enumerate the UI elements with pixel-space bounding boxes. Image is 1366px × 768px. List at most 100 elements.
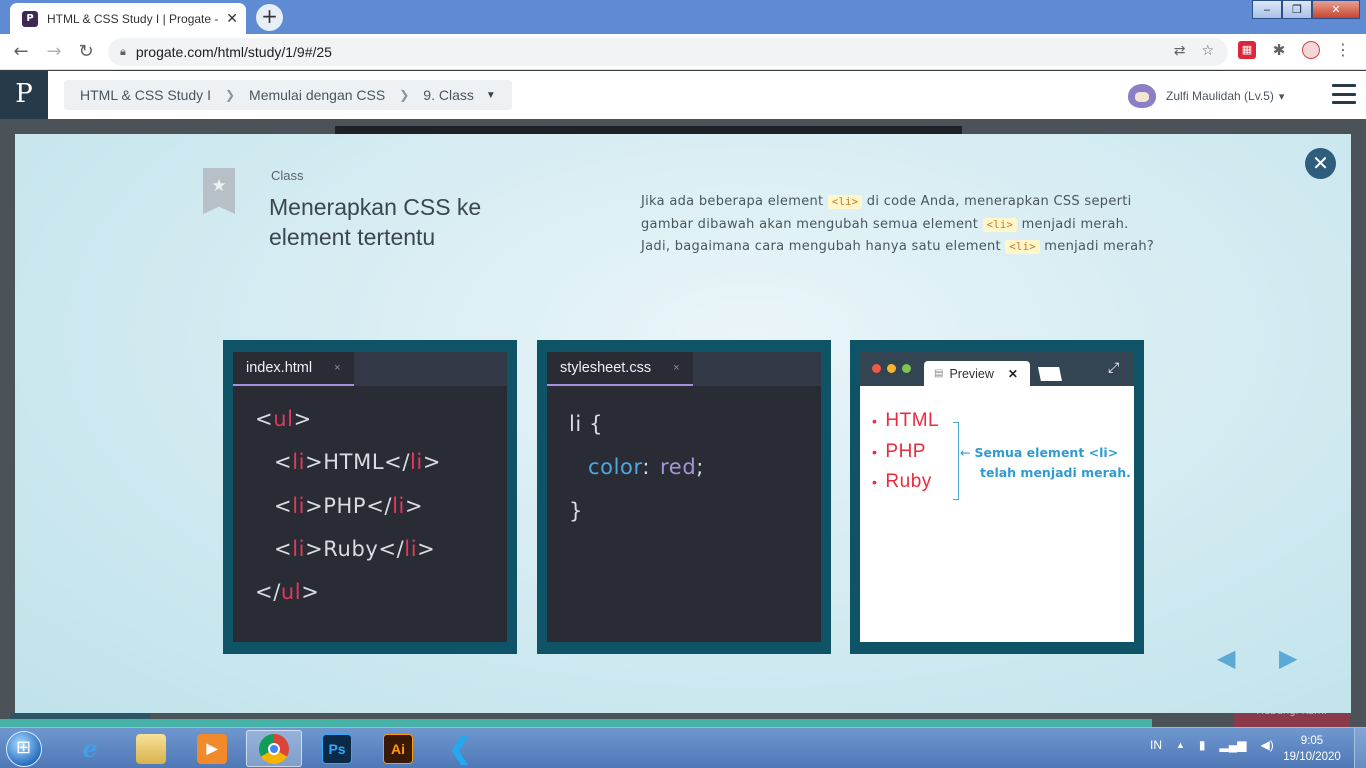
user-caret-icon: ▾ xyxy=(1278,90,1285,103)
list-item: • Ruby xyxy=(872,471,932,492)
profile-avatar-icon[interactable] xyxy=(1302,41,1320,59)
inline-code: <li> xyxy=(827,195,863,209)
progate-header: P HTML & CSS Study I ❯ Memulai dengan CS… xyxy=(0,71,1366,119)
list-item: • PHP xyxy=(872,440,926,462)
tab-close-icon[interactable]: × xyxy=(673,362,679,374)
code-line: <li>Ruby</li> xyxy=(274,536,436,561)
slide-modal: ✕ ★ Class Menerapkan CSS ke element tert… xyxy=(15,134,1351,713)
lesson-label: Class xyxy=(271,168,304,183)
language-indicator[interactable]: IN xyxy=(1150,738,1162,752)
battery-icon[interactable]: ▮ xyxy=(1199,738,1206,752)
css-editor: stylesheet.css × li { color: red; } xyxy=(547,352,821,642)
tab-title: HTML & CSS Study I | Progate - E xyxy=(47,11,221,26)
back-arrow-icon[interactable]: ← xyxy=(10,41,32,62)
caret-down-icon[interactable]: ▼ xyxy=(486,90,496,101)
vscode-icon: ❮ xyxy=(448,733,472,764)
taskbar-explorer[interactable] xyxy=(123,730,179,767)
html-editor: index.html × <ul> <li>HTML</li> <li>PHP<… xyxy=(233,352,507,642)
lesson-title: Menerapkan CSS ke element tertentu xyxy=(269,194,482,250)
inline-code: <li> xyxy=(1005,240,1040,254)
tray-expand-icon[interactable]: ▲ xyxy=(1176,740,1185,750)
tab-preview[interactable]: ▤ Preview ✕ xyxy=(924,361,1030,386)
html-code: <ul> <li>HTML</li> <li>PHP</li> <li>Ruby… xyxy=(255,407,441,623)
volume-icon[interactable]: ◀) xyxy=(1261,738,1274,752)
illustrator-icon: Ai xyxy=(383,733,413,764)
progate-favicon-icon: P xyxy=(22,10,38,27)
tab-index-html[interactable]: index.html × xyxy=(233,352,354,386)
taskbar-clock[interactable]: 9:05 19/10/2020 xyxy=(1278,733,1346,765)
browser-tab[interactable]: P HTML & CSS Study I | Progate - E ✕ xyxy=(10,3,246,34)
breadcrumb-lesson[interactable]: 9. Class xyxy=(423,87,474,103)
code-line: color: red; xyxy=(588,455,704,480)
css-editor-panel: stylesheet.css × li { color: red; } xyxy=(537,340,831,654)
tab-close-icon[interactable]: ✕ xyxy=(1008,367,1018,381)
lock-icon: 🔒︎ xyxy=(120,45,126,58)
user-menu[interactable]: Zulfi Maulidah (Lv.5) ▾ xyxy=(1128,84,1284,108)
window-close-button[interactable]: ✕ xyxy=(1312,0,1360,19)
preview-new-tab xyxy=(1038,367,1062,381)
extension-icons: ▦ ✱ ⋮ xyxy=(1238,41,1352,59)
list-bracket xyxy=(953,422,959,500)
annotation-line: telah menjadi merah. xyxy=(980,465,1131,480)
new-tab-button[interactable]: + xyxy=(256,4,283,31)
forward-arrow-icon[interactable]: → xyxy=(43,41,65,62)
expand-icon[interactable]: ⤢ xyxy=(1108,360,1119,376)
photoshop-icon: Ps xyxy=(322,733,352,764)
hamburger-menu-icon[interactable] xyxy=(1332,84,1356,104)
start-button[interactable] xyxy=(6,731,42,767)
chevron-right-icon: ❯ xyxy=(399,88,410,102)
bookmark-star-icon[interactable]: ☆ xyxy=(1201,43,1214,59)
prev-slide-icon[interactable]: ◀ xyxy=(1217,644,1235,672)
address-bar[interactable]: 🔒︎ progate.com/html/study/1/9#/25 ⇄ ☆ xyxy=(108,38,1228,66)
preview-panel: ▤ Preview ✕ ⤢ • HTML • PHP • Ruby ← Semua el… xyxy=(850,340,1144,654)
preview-titlebar: ▤ Preview ✕ ⤢ xyxy=(860,352,1134,386)
clock-time: 9:05 xyxy=(1300,735,1324,747)
next-slide-icon[interactable]: ▶ xyxy=(1279,644,1297,672)
internet-explorer-icon: e xyxy=(82,734,98,763)
bookmark-star-icon[interactable]: ★ xyxy=(203,168,235,214)
close-dot-icon xyxy=(872,364,881,373)
tab-close-icon[interactable]: ✕ xyxy=(226,11,238,27)
taskbar-media-player[interactable]: ▶ xyxy=(184,730,240,767)
minimize-dot-icon xyxy=(887,364,896,373)
modal-close-icon[interactable]: ✕ xyxy=(1305,148,1336,179)
maximize-button[interactable]: ❐ xyxy=(1282,0,1312,19)
taskbar-illustrator[interactable]: Ai xyxy=(370,730,426,767)
desc-text: menjadi merah? xyxy=(1039,239,1155,254)
code-line: <ul> xyxy=(255,407,312,431)
preview-window: ▤ Preview ✕ ⤢ • HTML • PHP • Ruby ← Semua el… xyxy=(860,352,1134,642)
document-icon: ▤ xyxy=(934,368,944,379)
tab-stylesheet-css[interactable]: stylesheet.css × xyxy=(547,352,693,386)
breadcrumb: HTML & CSS Study I ❯ Memulai dengan CSS … xyxy=(64,80,512,110)
clock-date: 19/10/2020 xyxy=(1283,751,1341,763)
browser-menu-icon[interactable]: ⋮ xyxy=(1334,41,1352,59)
taskbar-chrome[interactable] xyxy=(246,730,302,767)
extensions-puzzle-icon[interactable]: ✱ xyxy=(1270,41,1288,59)
code-line: } xyxy=(569,498,583,523)
code-line: <li>PHP</li> xyxy=(274,493,424,518)
folder-icon xyxy=(136,733,166,764)
breadcrumb-course[interactable]: HTML & CSS Study I xyxy=(80,87,211,103)
taskbar-photoshop[interactable]: Ps xyxy=(309,730,365,767)
show-desktop-button[interactable] xyxy=(1354,728,1366,768)
extension-red-icon[interactable]: ▦ xyxy=(1238,41,1256,59)
minimize-button[interactable]: ‒ xyxy=(1252,0,1282,19)
desc-text: Jika ada beberapa element xyxy=(641,194,828,209)
media-player-icon: ▶ xyxy=(197,733,227,764)
taskbar-ie[interactable]: e xyxy=(62,730,118,767)
translate-icon[interactable]: ⇄ xyxy=(1174,43,1186,59)
background-video-strip xyxy=(335,126,962,134)
tab-close-icon[interactable]: × xyxy=(334,362,340,374)
progate-logo[interactable]: P xyxy=(0,71,48,119)
signal-icon[interactable]: ▂▄▆ xyxy=(1220,738,1247,752)
inline-code: <li> xyxy=(982,217,1018,232)
breadcrumb-chapter[interactable]: Memulai dengan CSS xyxy=(249,87,385,103)
preview-list: • HTML • PHP • Ruby xyxy=(872,406,939,498)
reload-icon[interactable]: ↻ xyxy=(75,41,97,62)
user-name: Zulfi Maulidah (Lv.5) xyxy=(1166,89,1274,103)
html-editor-panel: index.html × <ul> <li>HTML</li> <li>PHP<… xyxy=(223,340,517,654)
editor-tabbar: stylesheet.css × xyxy=(547,352,821,386)
editor-tabbar: index.html × xyxy=(233,352,507,386)
taskbar-vscode[interactable]: ❮ xyxy=(432,730,488,767)
tab-label: Preview xyxy=(949,366,994,381)
